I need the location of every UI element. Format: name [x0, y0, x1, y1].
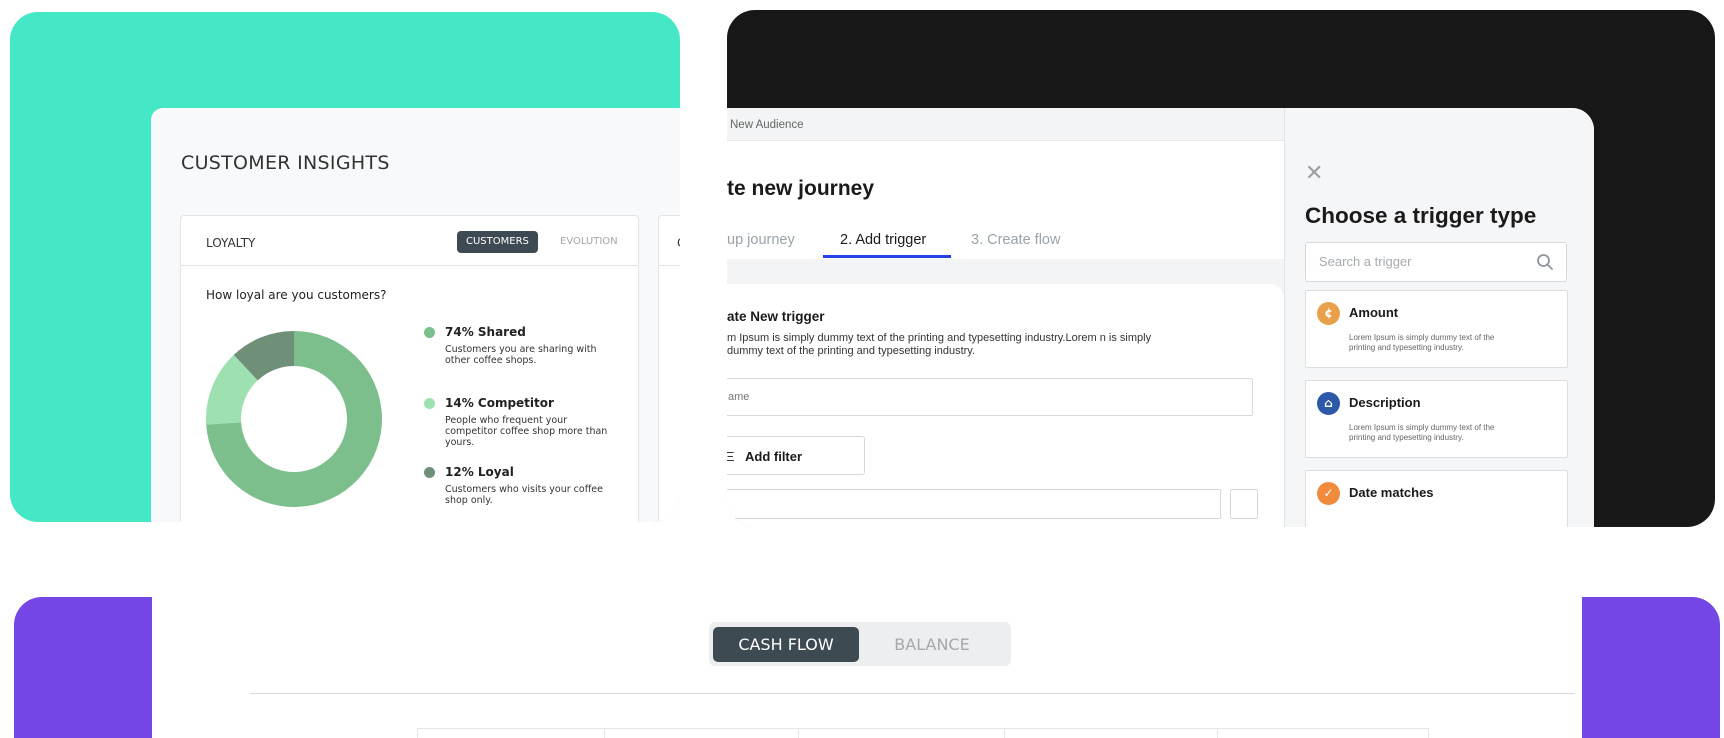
filter-icon: Ξ	[727, 449, 735, 464]
customer-insights-card: CUSTOMER INSIGHTS LOYALTY CUSTOMERS EVOL…	[10, 12, 680, 522]
journey-card: New Audience te new journey up journey 2…	[727, 10, 1715, 527]
trigger-option-name: Amount	[1349, 305, 1399, 320]
legend-title: 12% Loyal	[445, 465, 514, 479]
tab-setup-journey[interactable]: up journey	[727, 232, 795, 248]
trigger-option-desc: Lorem Ipsum is simply dummy text of the …	[1349, 333, 1495, 352]
table-column	[605, 729, 799, 738]
legend-dot	[424, 398, 435, 409]
secondary-card-label: C	[677, 236, 680, 250]
trigger-form-card: ate New trigger m Ipsum is simply dummy …	[727, 284, 1284, 527]
loyalty-header: LOYALTY CUSTOMERS EVOLUTION	[181, 216, 638, 266]
cashflow-card: CASH FLOW BALANCE	[14, 597, 1720, 738]
table-column	[418, 729, 605, 738]
table-column	[799, 729, 1005, 738]
breadcrumb-item[interactable]: New Audience	[730, 119, 804, 131]
legend-desc: People who frequent your competitor coff…	[445, 415, 608, 448]
calendar-check-icon: ✓	[1317, 482, 1340, 505]
legend-title: 74% Shared	[445, 325, 526, 339]
filter-field[interactable]	[727, 489, 1221, 519]
loyalty-card: LOYALTY CUSTOMERS EVOLUTION How loyal ar…	[180, 215, 639, 522]
secondary-card-header: C	[659, 216, 680, 266]
cashflow-toggle: CASH FLOW BALANCE	[709, 622, 1011, 666]
loyalty-question: How loyal are you customers?	[206, 288, 387, 302]
legend-title: 14% Competitor	[445, 396, 554, 410]
search-icon[interactable]	[1536, 253, 1554, 271]
cashflow-table	[417, 728, 1429, 738]
name-input[interactable]	[727, 378, 1253, 416]
tab-customers[interactable]: CUSTOMERS	[457, 231, 538, 253]
trigger-option-date-matches[interactable]: ✓ Date matches	[1305, 470, 1568, 527]
add-filter-button[interactable]: Ξ Add filter	[727, 436, 865, 475]
page-title: te new journey	[727, 177, 875, 200]
trigger-panel-title: Choose a trigger type	[1305, 203, 1537, 228]
bank-icon: ⌂	[1317, 392, 1340, 415]
journey-main: te new journey up journey 2. Add trigger…	[727, 141, 1284, 527]
close-icon[interactable]: ✕	[1305, 163, 1323, 185]
table-column	[1005, 729, 1218, 738]
coin-icon: ¢	[1317, 302, 1340, 325]
trigger-option-desc: Lorem Ipsum is simply dummy text of the …	[1349, 423, 1495, 442]
loyalty-donut-chart	[206, 331, 382, 507]
trigger-type-panel: ✕ Choose a trigger type ¢ Amount Lorem I…	[1284, 108, 1594, 527]
tab-evolution[interactable]: EVOLUTION	[560, 231, 618, 253]
secondary-insights-card: C	[658, 215, 680, 522]
journey-window: New Audience te new journey up journey 2…	[727, 108, 1594, 527]
table-column	[1218, 729, 1428, 738]
legend-desc: Customers who visits your coffee shop on…	[445, 484, 603, 506]
tab-cash-flow[interactable]: CASH FLOW	[713, 627, 859, 662]
legend-desc: Customers you are sharing with other cof…	[445, 344, 597, 366]
tab-add-trigger[interactable]: 2. Add trigger	[840, 232, 926, 248]
trigger-option-name: Description	[1349, 395, 1421, 410]
insights-title: CUSTOMER INSIGHTS	[181, 152, 390, 174]
form-title: ate New trigger	[727, 309, 825, 324]
legend-dot	[424, 327, 435, 338]
loyalty-label: LOYALTY	[206, 236, 256, 250]
trigger-search-input[interactable]	[1319, 254, 1519, 269]
breadcrumb: New Audience	[727, 108, 1284, 141]
form-description: m Ipsum is simply dummy text of the prin…	[727, 332, 1152, 357]
form-panel: ate New trigger m Ipsum is simply dummy …	[727, 259, 1284, 527]
trigger-option-description[interactable]: ⌂ Description Lorem Ipsum is simply dumm…	[1305, 380, 1568, 458]
trigger-search-box[interactable]	[1305, 242, 1567, 282]
tab-balance[interactable]: BALANCE	[859, 627, 1005, 662]
legend-dot	[424, 467, 435, 478]
active-tab-indicator	[823, 255, 951, 258]
trigger-option-amount[interactable]: ¢ Amount Lorem Ipsum is simply dummy tex…	[1305, 290, 1568, 368]
tab-create-flow[interactable]: 3. Create flow	[971, 232, 1060, 248]
add-filter-label: Add filter	[745, 449, 803, 464]
insights-panel: CUSTOMER INSIGHTS LOYALTY CUSTOMERS EVOL…	[151, 108, 680, 522]
cashflow-panel: CASH FLOW BALANCE	[152, 597, 1582, 738]
trigger-option-name: Date matches	[1349, 485, 1434, 500]
filter-field-option[interactable]	[1230, 489, 1258, 519]
divider	[250, 693, 1575, 694]
